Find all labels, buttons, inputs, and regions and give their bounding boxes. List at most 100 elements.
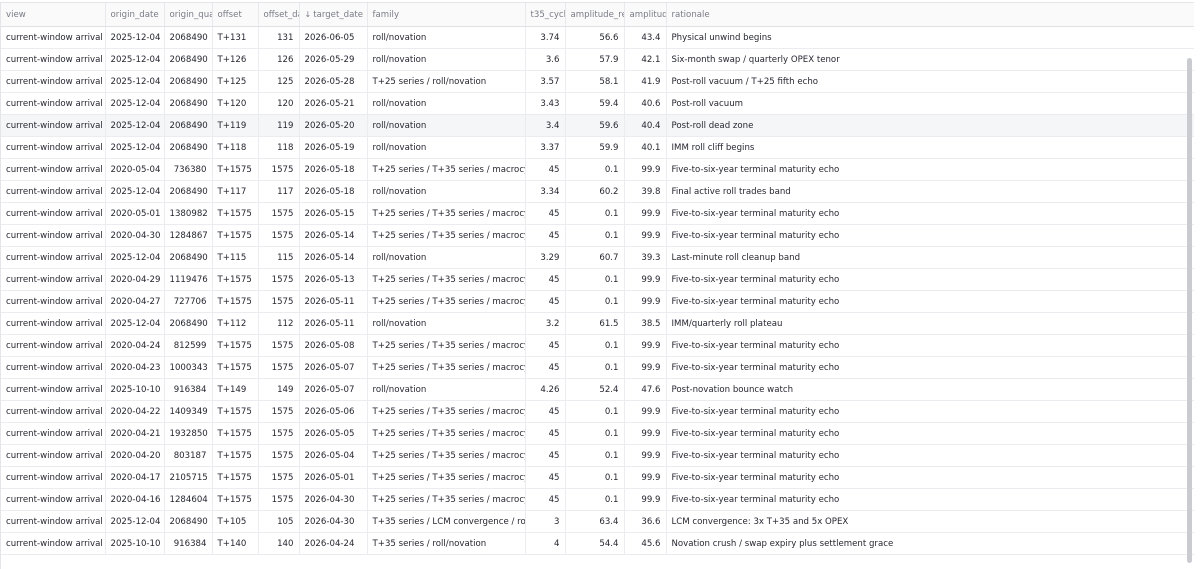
cell-offset[interactable]: T+1575 [212, 268, 259, 291]
cell-family[interactable]: roll/novation [367, 114, 526, 137]
table-row[interactable]: current-window arrival 2025-12-04 2068490 T… [1, 180, 1194, 203]
cell-target-date[interactable]: 2026-05-15 [299, 202, 368, 225]
cell-origin-quarter[interactable]: 736380 [164, 158, 213, 181]
cell-view[interactable]: current-window arrival [1, 114, 106, 137]
column-header-target-date[interactable]: ↓ target_date [299, 3, 368, 27]
cell-rationale[interactable]: Final active roll trades band [666, 180, 1194, 203]
table-row[interactable]: current-window arrival 2025-12-04 2068490 T… [1, 136, 1194, 159]
cell-amplitude[interactable]: 99.9 [624, 488, 667, 511]
cell-offset[interactable]: T+120 [212, 92, 259, 115]
cell-amplitude[interactable]: 40.4 [624, 114, 667, 137]
cell-amplitude-ret[interactable]: 0.1 [565, 356, 625, 379]
cell-family[interactable]: T+25 series / T+35 series / macrocycle [367, 334, 526, 357]
data-table-container[interactable]: view origin_date origin_quar offset offs… [0, 2, 1194, 569]
cell-origin-date[interactable]: 2020-04-29 [105, 268, 165, 291]
cell-origin-quarter[interactable]: 916384 [164, 378, 213, 401]
cell-origin-quarter[interactable]: 2105715 [164, 466, 213, 489]
cell-rationale[interactable]: Novation crush / swap expiry plus settle… [666, 532, 1194, 555]
cell-offset[interactable]: T+1575 [212, 444, 259, 467]
cell-offset[interactable]: T+105 [212, 510, 259, 533]
cell-rationale[interactable]: Post-roll dead zone [666, 114, 1194, 137]
column-header-view[interactable]: view [1, 3, 106, 27]
cell-origin-quarter[interactable]: 916384 [164, 532, 213, 555]
cell-offset[interactable]: T+1575 [212, 290, 259, 313]
table-row[interactable]: current-window arrival 2025-12-04 2068490 T… [1, 246, 1194, 269]
cell-offset[interactable]: T+118 [212, 136, 259, 159]
cell-amplitude[interactable]: 99.9 [624, 400, 667, 423]
cell-origin-date[interactable]: 2025-12-04 [105, 114, 165, 137]
table-row[interactable]: current-window arrival 2020-04-17 2105715 T… [1, 466, 1194, 489]
cell-amplitude-ret[interactable]: 59.9 [565, 136, 625, 159]
cell-family[interactable]: T+35 series / roll/novation [367, 532, 526, 555]
cell-origin-quarter[interactable]: 1119476 [164, 268, 213, 291]
cell-target-date[interactable]: 2026-05-07 [299, 378, 368, 401]
cell-amplitude[interactable]: 99.9 [624, 268, 667, 291]
cell-rationale[interactable]: Post-roll vacuum [666, 92, 1194, 115]
cell-family[interactable]: T+25 series / T+35 series / macrocycle [367, 488, 526, 511]
cell-amplitude[interactable]: 99.9 [624, 290, 667, 313]
table-row[interactable]: current-window arrival 2020-04-22 1409349 T… [1, 400, 1194, 423]
cell-offset[interactable]: T+140 [212, 532, 259, 555]
cell-amplitude[interactable]: 39.8 [624, 180, 667, 203]
cell-rationale[interactable]: Five-to-six-year terminal maturity echo [666, 268, 1194, 291]
cell-target-date[interactable]: 2026-05-06 [299, 400, 368, 423]
cell-offset[interactable]: T+131 [212, 26, 259, 49]
cell-amplitude-ret[interactable]: 0.1 [565, 466, 625, 489]
cell-family[interactable]: roll/novation [367, 246, 526, 269]
cell-origin-quarter[interactable]: 727706 [164, 290, 213, 313]
cell-origin-date[interactable]: 2025-12-04 [105, 312, 165, 335]
table-row[interactable]: current-window arrival 2025-12-04 2068490 T… [1, 92, 1194, 115]
cell-amplitude[interactable]: 99.9 [624, 202, 667, 225]
table-row[interactable]: current-window arrival 2020-04-23 1000343 T… [1, 356, 1194, 379]
cell-offset-days[interactable]: 119 [258, 114, 300, 137]
cell-amplitude-ret[interactable]: 63.4 [565, 510, 625, 533]
cell-amplitude-ret[interactable]: 0.1 [565, 224, 625, 247]
cell-amplitude-ret[interactable]: 61.5 [565, 312, 625, 335]
cell-offset-days[interactable]: 1575 [258, 400, 300, 423]
cell-amplitude-ret[interactable]: 0.1 [565, 290, 625, 313]
cell-rationale[interactable]: Physical unwind begins [666, 26, 1194, 49]
cell-target-date[interactable]: 2026-05-21 [299, 92, 368, 115]
cell-amplitude-ret[interactable]: 0.1 [565, 422, 625, 445]
cell-amplitude-ret[interactable]: 0.1 [565, 334, 625, 357]
cell-t35-cycle[interactable]: 45 [525, 202, 566, 225]
cell-offset[interactable]: T+1575 [212, 400, 259, 423]
cell-t35-cycle[interactable]: 45 [525, 422, 566, 445]
cell-family[interactable]: T+25 series / roll/novation [367, 70, 526, 93]
cell-family[interactable]: roll/novation [367, 92, 526, 115]
cell-offset[interactable]: T+1575 [212, 466, 259, 489]
cell-view[interactable]: current-window arrival [1, 488, 106, 511]
vertical-scrollbar[interactable] [1187, 58, 1192, 563]
cell-family[interactable]: T+25 series / T+35 series / macrocycle [367, 400, 526, 423]
cell-rationale[interactable]: Five-to-six-year terminal maturity echo [666, 158, 1194, 181]
table-row[interactable]: current-window arrival 2025-10-10 916384 T+… [1, 378, 1194, 401]
cell-offset-days[interactable]: 1575 [258, 334, 300, 357]
table-row[interactable]: current-window arrival 2020-04-29 1119476 T… [1, 268, 1194, 291]
cell-amplitude[interactable]: 99.9 [624, 158, 667, 181]
cell-amplitude-ret[interactable]: 58.1 [565, 70, 625, 93]
cell-offset-days[interactable]: 1575 [258, 466, 300, 489]
cell-origin-date[interactable]: 2025-10-10 [105, 378, 165, 401]
cell-origin-quarter[interactable]: 2068490 [164, 26, 213, 49]
cell-target-date[interactable]: 2026-04-30 [299, 488, 368, 511]
cell-target-date[interactable]: 2026-05-18 [299, 180, 368, 203]
cell-offset[interactable]: T+126 [212, 48, 259, 71]
cell-rationale[interactable]: Five-to-six-year terminal maturity echo [666, 224, 1194, 247]
cell-amplitude-ret[interactable]: 0.1 [565, 268, 625, 291]
cell-view[interactable]: current-window arrival [1, 532, 106, 555]
cell-offset-days[interactable]: 126 [258, 48, 300, 71]
cell-origin-date[interactable]: 2020-04-22 [105, 400, 165, 423]
cell-origin-quarter[interactable]: 2068490 [164, 510, 213, 533]
column-header-offset-days[interactable]: offset_da [258, 3, 300, 27]
cell-rationale[interactable]: Five-to-six-year terminal maturity echo [666, 334, 1194, 357]
cell-target-date[interactable]: 2026-05-14 [299, 246, 368, 269]
cell-view[interactable]: current-window arrival [1, 26, 106, 49]
cell-offset-days[interactable]: 1575 [258, 290, 300, 313]
cell-origin-date[interactable]: 2020-04-17 [105, 466, 165, 489]
cell-view[interactable]: current-window arrival [1, 312, 106, 335]
cell-amplitude-ret[interactable]: 56.6 [565, 26, 625, 49]
cell-target-date[interactable]: 2026-05-19 [299, 136, 368, 159]
cell-target-date[interactable]: 2026-05-29 [299, 48, 368, 71]
cell-view[interactable]: current-window arrival [1, 400, 106, 423]
cell-rationale[interactable]: Six-month swap / quarterly OPEX tenor [666, 48, 1194, 71]
